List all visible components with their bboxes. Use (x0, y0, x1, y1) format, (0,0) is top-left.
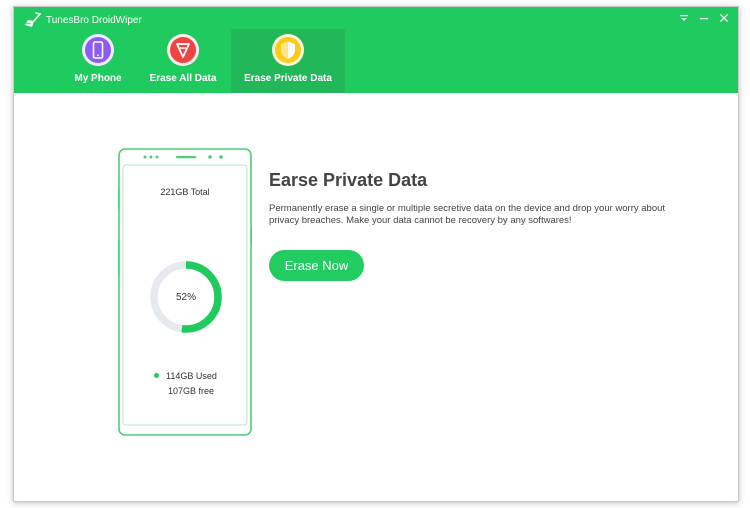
storage-used-label: 114GB Used (166, 371, 217, 381)
close-icon (720, 14, 728, 22)
storage-free: 107GB free (168, 386, 215, 396)
tab-label: My Phone (74, 73, 122, 84)
main-tabs: My Phone Erase All Data Erase Private Da… (61, 29, 345, 93)
storage-used: 114GB Used (154, 371, 217, 381)
erase-now-button[interactable]: Erase Now (269, 250, 364, 281)
header-bar: TunesBro DroidWiper My Phone Erase All D… (14, 7, 738, 93)
menu-icon (680, 15, 688, 21)
tab-label: Erase All Data (149, 73, 217, 84)
erase-all-icon (167, 34, 199, 66)
page-title: Earse Private Data (269, 170, 428, 190)
shield-icon (272, 34, 304, 66)
storage-percent: 52% (175, 292, 196, 303)
storage-total: 221GB Total (160, 187, 210, 197)
close-button[interactable] (716, 10, 732, 26)
app-window: TunesBro DroidWiper My Phone Erase All D… (13, 6, 739, 502)
used-legend-dot (154, 373, 159, 378)
minimize-button[interactable] (696, 10, 712, 26)
tab-my-phone[interactable]: My Phone (61, 29, 135, 93)
tab-label: Erase Private Data (244, 73, 332, 84)
tab-erase-private-data[interactable]: Erase Private Data (231, 29, 345, 93)
minimize-icon (700, 18, 708, 20)
window-controls (676, 10, 732, 26)
menu-button[interactable] (676, 10, 692, 26)
broom-logo-icon (25, 12, 42, 27)
phone-icon (82, 34, 114, 66)
page-description: Permanently erase a single or multiple s… (269, 203, 666, 226)
app-title: TunesBro DroidWiper (46, 15, 142, 26)
tab-erase-all-data[interactable]: Erase All Data (135, 29, 231, 93)
